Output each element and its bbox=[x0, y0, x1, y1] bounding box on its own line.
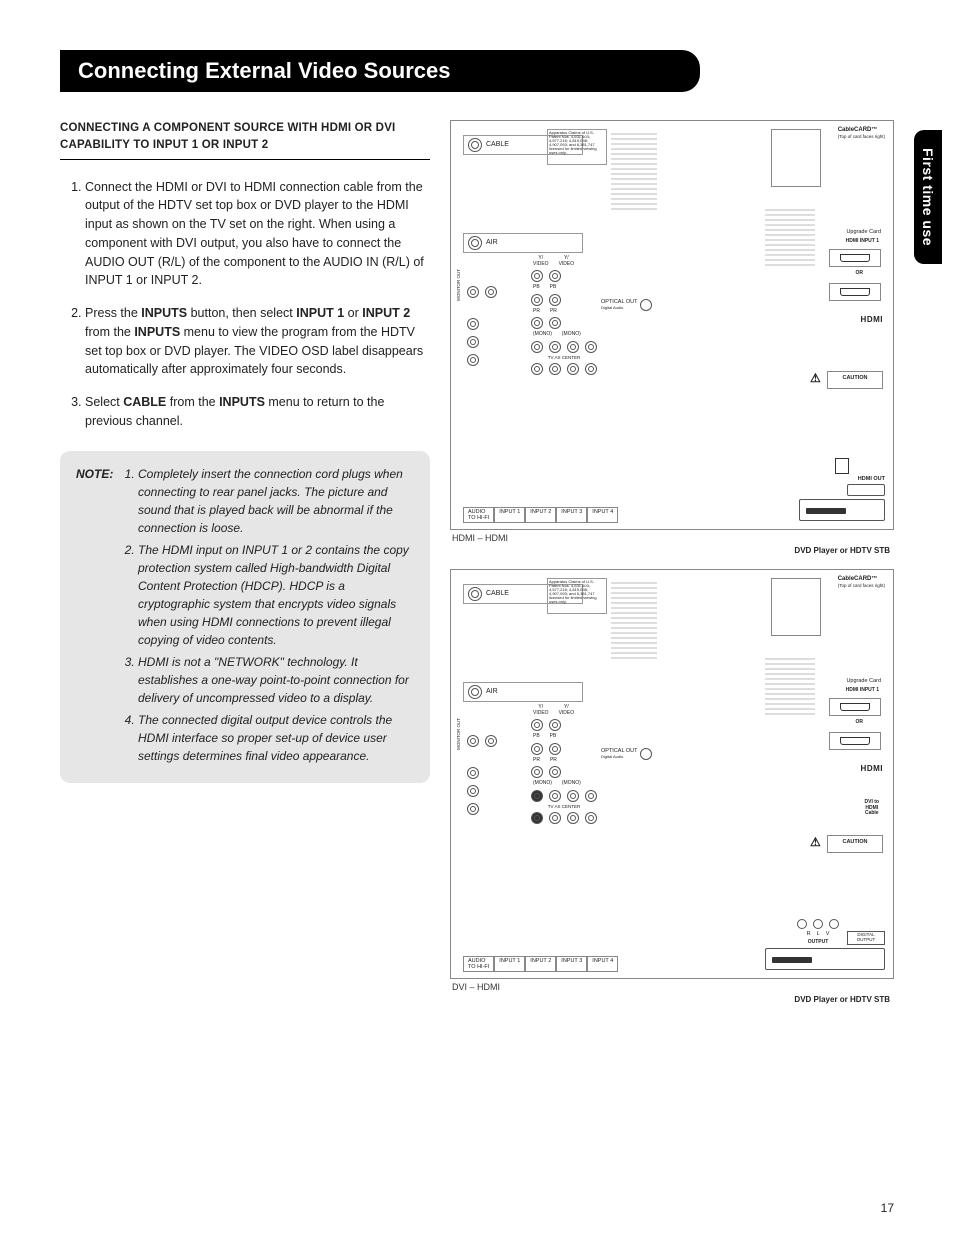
stb-icon bbox=[765, 948, 885, 970]
device-caption-1: DVD Player or HDTV STB bbox=[450, 546, 890, 555]
digital-output-label: DIGITAL OUTPUT bbox=[847, 931, 885, 945]
upgrade-label: Upgrade Card bbox=[846, 678, 881, 684]
step-1-text: Connect the HDMI or DVI to HDMI connecti… bbox=[85, 180, 424, 288]
note-1: Completely insert the connection cord pl… bbox=[138, 465, 414, 537]
cablecard-slot bbox=[771, 129, 821, 187]
note-label: NOTE: bbox=[76, 465, 113, 483]
monitor-out-label: MONITOR OUT bbox=[457, 269, 462, 301]
caution-label: CAUTION bbox=[827, 835, 883, 853]
dvi-cable-label: DVI to HDMI Cable bbox=[865, 800, 879, 817]
cablecard-label: CableCARD™(Top of card faces right) bbox=[838, 127, 885, 140]
hdmi-input-2 bbox=[829, 283, 881, 301]
coax-icon bbox=[468, 587, 482, 601]
jack-grid: Y/ VIDEOY/ VIDEO PBPB PRPR (MONO)(MONO) … bbox=[531, 256, 597, 378]
plug-icon bbox=[835, 458, 849, 474]
upgrade-label: Upgrade Card bbox=[846, 229, 881, 235]
hdmi-device: HDMI OUT bbox=[799, 456, 885, 521]
or-label: OR bbox=[856, 271, 864, 277]
hdmi-logo: HDMI bbox=[861, 316, 883, 325]
diagram-hdmi: CABLE AIR Apparatus Claims of U.S. Paten… bbox=[450, 120, 894, 530]
optical-out: OPTICAL OUTDigital Audio bbox=[601, 748, 652, 760]
diagram-caption-dvi: DVI – HDMI bbox=[452, 982, 894, 992]
note-3: HDMI is not a "NETWORK" technology. It e… bbox=[138, 653, 414, 707]
note-4: The connected digital output device cont… bbox=[138, 711, 414, 765]
hdmi-input-1 bbox=[829, 249, 881, 267]
note-2: The HDMI input on INPUT 1 or 2 contains … bbox=[138, 541, 414, 649]
step-2: Press the INPUTS button, then select INP… bbox=[85, 304, 430, 379]
page-title: Connecting External Video Sources bbox=[60, 50, 700, 92]
note-box: NOTE: Completely insert the connection c… bbox=[60, 451, 430, 783]
cable-label: CABLE bbox=[486, 141, 509, 149]
patent-text: Apparatus Claims of U.S. Patent Nos. 4,6… bbox=[547, 129, 607, 165]
section-tab: First time use bbox=[914, 130, 942, 264]
hdmi-input-1 bbox=[829, 698, 881, 716]
coax-icon bbox=[468, 685, 482, 699]
diagram-caption-hdmi: HDMI – HDMI bbox=[452, 533, 894, 543]
monitor-jacks bbox=[467, 286, 497, 369]
hdmi-logo: HDMI bbox=[861, 765, 883, 774]
coax-icon bbox=[468, 138, 482, 152]
patent-text: Apparatus Claims of U.S. Patent Nos. 4,6… bbox=[547, 578, 607, 614]
stb-icon bbox=[799, 499, 885, 521]
cablecard-slot bbox=[771, 578, 821, 636]
jack-grid: Y/ VIDEOY/ VIDEO PBPB PRPR (MONO)(MONO) … bbox=[531, 705, 597, 827]
air-label: AIR bbox=[486, 239, 498, 247]
optical-out: OPTICAL OUTDigital Audio bbox=[601, 299, 652, 311]
monitor-out-label: MONITOR OUT bbox=[457, 718, 462, 750]
hdmi1-label: HDMI INPUT 1 bbox=[846, 239, 879, 245]
hdmi-out-label: HDMI OUT bbox=[799, 476, 885, 482]
subheading: CONNECTING A COMPONENT SOURCE WITH HDMI … bbox=[60, 120, 430, 160]
cablecard-label: CableCARD™(Top of card faces right) bbox=[838, 576, 885, 589]
step-3: Select CABLE from the INPUTS menu to ret… bbox=[85, 393, 430, 431]
page-number: 17 bbox=[881, 1201, 894, 1215]
input-strip: AUDIO TO HI-FI INPUT 1 INPUT 2 INPUT 3 I… bbox=[463, 956, 618, 972]
dvi-device: RLV OUTPUT DIGITAL OUTPUT bbox=[745, 919, 885, 970]
hdmi-input-2 bbox=[829, 732, 881, 750]
caution-label: CAUTION bbox=[827, 371, 883, 389]
coax-icon bbox=[468, 236, 482, 250]
step-1: Connect the HDMI or DVI to HDMI connecti… bbox=[85, 178, 430, 291]
diagram-dvi: CABLE AIR Apparatus Claims of U.S. Paten… bbox=[450, 569, 894, 979]
input-strip: AUDIO TO HI-FI INPUT 1 INPUT 2 INPUT 3 I… bbox=[463, 507, 618, 523]
device-caption-2: DVD Player or HDTV STB bbox=[450, 995, 890, 1004]
